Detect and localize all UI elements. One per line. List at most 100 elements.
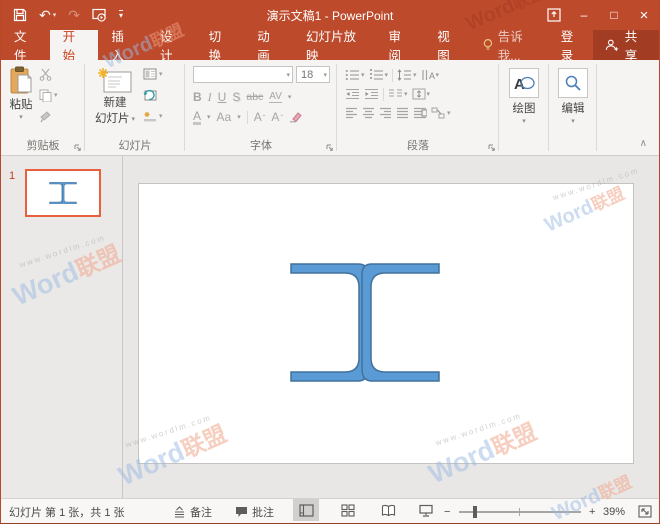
comments-button[interactable]: 批注 [235, 499, 274, 524]
ribbon-display-options-icon[interactable] [539, 0, 569, 30]
title-bar: ↶▾ ↷ ▾ 演示文稿1 - PowerPoint – □ × [1, 0, 659, 30]
reset-slide-button[interactable] [143, 87, 163, 103]
slide-thumbnail-1[interactable] [25, 169, 101, 217]
slide-counter: 幻灯片 第 1 张，共 1 张 [9, 499, 125, 524]
minimize-icon[interactable]: – [569, 0, 599, 30]
font-dialog-launcher-icon[interactable] [326, 144, 334, 152]
underline-button[interactable]: U [218, 91, 227, 103]
slideshow-view-button[interactable] [413, 499, 439, 521]
increase-font-size-button[interactable]: Aˆ [254, 111, 266, 123]
line-spacing-button[interactable]: ▾ [397, 69, 417, 81]
font-name-combobox[interactable]: ▾ [193, 66, 293, 83]
distribute-button[interactable] [413, 107, 427, 119]
editing-menu-button[interactable]: 编辑 ▾ [549, 68, 597, 125]
slide-thumbnail-panel[interactable]: 1 [1, 156, 123, 498]
half-frame-shapes[interactable] [289, 262, 441, 383]
undo-icon[interactable]: ↶▾ [35, 6, 60, 24]
save-icon[interactable] [9, 6, 31, 24]
tab-home[interactable]: 开始 [50, 30, 99, 60]
tell-me-box[interactable]: 告诉我... [473, 30, 551, 60]
normal-view-button[interactable] [293, 499, 319, 521]
fit-to-window-button[interactable] [638, 499, 652, 524]
bullets-button[interactable]: ▾ [345, 69, 365, 81]
justify-button[interactable] [396, 107, 409, 119]
increase-indent-button[interactable] [364, 88, 379, 100]
tab-view[interactable]: 视图 [424, 30, 473, 60]
align-center-button[interactable] [362, 107, 375, 119]
close-icon[interactable]: × [629, 0, 659, 30]
sign-in-button[interactable]: 登录 [551, 30, 594, 60]
start-slideshow-icon[interactable] [88, 6, 111, 24]
tab-review[interactable]: 审阅 [376, 30, 425, 60]
drawing-menu-button[interactable]: A 绘图 ▾ [499, 68, 549, 125]
paragraph-dialog-launcher-icon[interactable] [488, 144, 496, 152]
reading-view-button[interactable] [375, 499, 401, 521]
notes-button[interactable]: 备注 [173, 499, 212, 524]
format-painter-button[interactable] [39, 108, 58, 124]
notes-icon [173, 506, 186, 518]
cut-button[interactable] [39, 66, 58, 82]
customize-qat-icon[interactable]: ▾ [115, 8, 127, 22]
section-button[interactable]: ▾ [143, 108, 163, 124]
font-group-label: 字体 [185, 137, 337, 153]
new-slide-label-2: 幻灯片 [95, 110, 130, 126]
zoom-slider-handle[interactable] [473, 506, 477, 518]
strikethrough-button[interactable]: abc [246, 92, 263, 103]
text-shadow-button[interactable]: S [232, 91, 240, 103]
new-slide-icon [98, 68, 132, 94]
tab-insert[interactable]: 插入 [98, 30, 147, 60]
share-button[interactable]: 共享 [593, 30, 659, 60]
redo-icon[interactable]: ↷ [64, 6, 84, 24]
group-editing: 编辑 ▾ [549, 60, 597, 155]
slide-sorter-view-button[interactable] [335, 499, 361, 521]
quick-access-toolbar: ↶▾ ↷ ▾ [1, 6, 127, 24]
bold-button[interactable]: B [193, 91, 202, 103]
tab-slideshow[interactable]: 幻灯片放映 [293, 30, 376, 60]
format-painter-icon [39, 110, 52, 123]
align-right-button[interactable] [379, 107, 392, 119]
editing-label: 编辑 [562, 100, 585, 116]
tab-design[interactable]: 设计 [147, 30, 196, 60]
text-direction-button[interactable]: A ▾ [421, 69, 440, 81]
ribbon-tabs: 文件 开始 插入 设计 切换 动画 幻灯片放映 审阅 视图 告诉我... 登录 … [1, 30, 659, 60]
zoom-out-button[interactable]: − [444, 499, 450, 524]
decrease-indent-button[interactable] [345, 88, 360, 100]
align-text-button[interactable]: ▾ [412, 88, 431, 100]
tab-transitions[interactable]: 切换 [196, 30, 245, 60]
slide-canvas[interactable] [138, 183, 634, 464]
layout-button[interactable]: ▾ [143, 66, 163, 82]
clipboard-dialog-launcher-icon[interactable] [74, 144, 82, 152]
slide-layout-icon [143, 68, 157, 80]
zoom-level[interactable]: 39% [603, 499, 625, 524]
search-icon [564, 74, 582, 92]
align-left-button[interactable] [345, 107, 358, 119]
slideshow-view-icon [419, 504, 433, 517]
font-color-button[interactable]: A [193, 110, 201, 125]
normal-view-icon [299, 504, 314, 517]
numbering-button[interactable]: ▾ [369, 69, 389, 81]
italic-button[interactable]: I [208, 91, 212, 103]
clear-formatting-icon[interactable] [289, 111, 302, 123]
paste-icon [9, 66, 33, 96]
change-case-button[interactable]: Aa [217, 111, 232, 123]
group-clipboard: 粘贴 ▾ ▾ 剪贴板 [1, 60, 85, 155]
copy-button[interactable]: ▾ [39, 87, 58, 103]
zoom-slider[interactable] [459, 511, 581, 513]
collapse-ribbon-icon[interactable]: ∧ [640, 138, 647, 149]
maximize-icon[interactable]: □ [599, 0, 629, 30]
character-spacing-button[interactable]: AV [269, 92, 282, 103]
columns-button[interactable]: ▾ [388, 88, 408, 100]
font-size-combobox[interactable]: 18▾ [296, 66, 330, 83]
decrease-font-size-button[interactable]: Aˇ [271, 111, 283, 123]
tab-file[interactable]: 文件 [1, 30, 50, 60]
workspace: 1 [1, 156, 659, 498]
thumbnail-shape [49, 182, 77, 204]
group-paragraph: ▾ ▾ ▾ A ▾ [337, 60, 499, 155]
zoom-in-button[interactable]: + [589, 499, 595, 524]
paragraph-group-label: 段落 [337, 137, 499, 153]
tab-animations[interactable]: 动画 [244, 30, 293, 60]
convert-smartart-button[interactable]: ▾ [431, 107, 451, 119]
clipboard-group-label: 剪贴板 [1, 137, 85, 153]
group-drawing: A 绘图 ▾ [499, 60, 549, 155]
tell-me-label: 告诉我... [498, 26, 541, 64]
